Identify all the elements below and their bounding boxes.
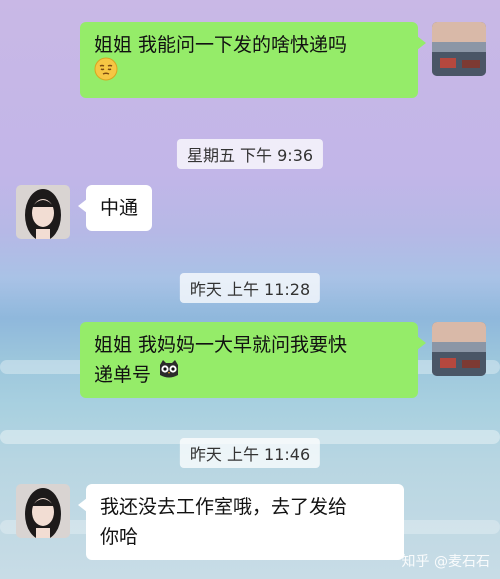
chat-message-incoming: 我还没去工作室哦，去了发给 你哈 (16, 484, 404, 560)
avatar[interactable] (16, 185, 70, 239)
chat-message-incoming: 中通 (16, 185, 153, 239)
pensive-face-icon (94, 57, 118, 90)
message-text: 我还没去工作室哦，去了发给 (100, 496, 348, 518)
message-bubble[interactable]: 中通 (77, 185, 153, 231)
avatar[interactable] (432, 22, 486, 76)
chat-message-outgoing: 姐姐 我妈妈一大早就问我要快 递单号 (80, 322, 486, 398)
message-bubble[interactable]: 姐姐 我能问一下发的啥快递吗 (80, 22, 426, 98)
avatar[interactable] (16, 484, 70, 538)
timestamp: 昨天 上午 11:46 (179, 438, 321, 468)
avatar[interactable] (432, 322, 486, 376)
message-text: 姐姐 我能问一下发的啥快递吗 (94, 34, 348, 56)
message-bubble[interactable]: 姐姐 我妈妈一大早就问我要快 递单号 (80, 322, 426, 398)
message-text: 你哈 (100, 526, 139, 548)
message-text: 递单号 (94, 364, 152, 386)
timestamp: 昨天 上午 11:28 (179, 273, 321, 303)
chat-message-outgoing: 姐姐 我能问一下发的啥快递吗 (80, 22, 486, 98)
timestamp: 星期五 下午 9:36 (176, 139, 324, 169)
message-text: 姐姐 我妈妈一大早就问我要快 (94, 334, 348, 356)
owl-face-icon (157, 357, 181, 390)
watermark: 知乎 @麦石石 (401, 554, 490, 570)
message-bubble[interactable]: 我还没去工作室哦，去了发给 你哈 (78, 484, 404, 560)
message-text: 中通 (100, 197, 139, 219)
